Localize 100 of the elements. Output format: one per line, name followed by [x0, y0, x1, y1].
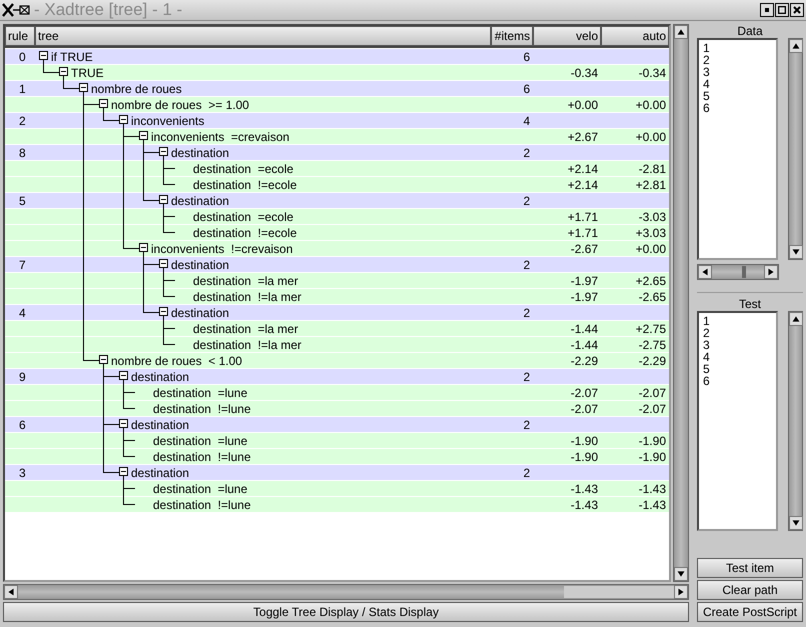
list-item[interactable]: 1 — [703, 42, 772, 54]
collapse-icon[interactable] — [59, 67, 68, 76]
item-count: 2 — [523, 306, 530, 320]
list-item[interactable]: 4 — [703, 351, 772, 363]
tree-label[interactable]: inconvenients =crevaison — [151, 129, 290, 145]
rule-number: 3 — [19, 466, 26, 480]
collapse-icon[interactable] — [159, 259, 168, 268]
auto-value: -1.90 — [638, 450, 666, 464]
tree-label[interactable]: destination !=ecole — [193, 225, 297, 241]
velo-value: -1.43 — [570, 482, 598, 496]
tree-label[interactable]: destination — [171, 257, 230, 273]
auto-value: -2.29 — [638, 354, 666, 368]
tree-label[interactable]: inconvenients !=crevaison — [151, 241, 293, 257]
item-count: 2 — [523, 194, 530, 208]
tree-label[interactable]: destination !=la mer — [193, 337, 302, 353]
tree-label[interactable]: destination =la mer — [193, 273, 298, 289]
tree-label[interactable]: destination =lune — [153, 481, 248, 497]
column-header[interactable]: tree — [35, 26, 491, 46]
velo-value: -1.44 — [570, 338, 598, 352]
action-button[interactable]: Create PostScript — [697, 602, 803, 622]
collapse-icon[interactable] — [139, 131, 148, 140]
list-item[interactable]: 6 — [703, 102, 772, 114]
list-item[interactable]: 2 — [703, 327, 772, 339]
tree-label[interactable]: destination — [171, 305, 230, 321]
velo-value: -1.90 — [570, 434, 598, 448]
tree-label[interactable]: destination !=ecole — [193, 177, 297, 193]
item-count: 2 — [523, 466, 530, 480]
action-button[interactable]: Test item — [697, 558, 803, 578]
collapse-icon[interactable] — [159, 307, 168, 316]
panel-title: Test — [738, 297, 762, 311]
tree-label[interactable]: destination !=lune — [153, 401, 251, 417]
close-button[interactable] — [790, 3, 804, 17]
tree-label[interactable]: destination !=lune — [153, 497, 251, 513]
collapse-icon[interactable] — [99, 355, 108, 364]
toggle-display-button[interactable]: Toggle Tree Display / Stats Display — [3, 602, 689, 622]
vertical-scrollbar[interactable] — [673, 24, 689, 582]
horizontal-scrollbar[interactable] — [697, 264, 779, 280]
column-header[interactable]: #items — [491, 26, 533, 46]
list-item[interactable]: 5 — [703, 90, 772, 102]
vertical-scrollbar[interactable] — [788, 38, 803, 260]
collapse-icon[interactable] — [99, 99, 108, 108]
tree-label[interactable]: destination — [131, 369, 190, 385]
vertical-scrollbar[interactable] — [788, 311, 803, 531]
tree-label[interactable]: destination =lune — [153, 385, 248, 401]
auto-value: -2.81 — [638, 162, 666, 176]
auto-value: -1.90 — [638, 434, 666, 448]
tree-label[interactable]: destination — [171, 145, 230, 161]
item-count: 2 — [523, 258, 530, 272]
list-item[interactable]: 1 — [703, 315, 772, 327]
maximize-button[interactable] — [775, 3, 789, 17]
list-item[interactable]: 4 — [703, 78, 772, 90]
collapse-icon[interactable] — [119, 115, 128, 124]
tree-label[interactable]: destination !=la mer — [193, 289, 302, 305]
list-item[interactable]: 2 — [703, 54, 772, 66]
tree-label[interactable]: destination =la mer — [193, 321, 298, 337]
velo-value: -2.07 — [570, 402, 598, 416]
tree-label[interactable]: destination =ecole — [193, 161, 294, 177]
collapse-icon[interactable] — [139, 243, 148, 252]
column-header[interactable]: velo — [533, 26, 601, 46]
app-icon — [2, 2, 32, 18]
collapse-icon[interactable] — [79, 83, 88, 92]
column-header[interactable]: auto — [601, 26, 669, 46]
collapse-icon[interactable] — [39, 51, 48, 60]
velo-value: +0.00 — [568, 98, 598, 112]
collapse-icon[interactable] — [119, 419, 128, 428]
tree-label[interactable]: TRUE — [71, 65, 104, 81]
horizontal-scrollbar[interactable] — [3, 584, 689, 600]
collapse-icon[interactable] — [159, 195, 168, 204]
minimize-button[interactable] — [760, 3, 774, 17]
list-item[interactable]: 6 — [703, 375, 772, 387]
column-header[interactable]: rule — [5, 26, 35, 46]
item-count: 6 — [523, 50, 530, 64]
action-button[interactable]: Clear path — [697, 580, 803, 600]
auto-value: +0.00 — [636, 130, 666, 144]
tree-label[interactable]: nombre de roues < 1.00 — [111, 353, 242, 369]
tree-label[interactable]: destination — [131, 417, 190, 433]
panel-title: Data — [736, 24, 764, 38]
rule-number: 5 — [19, 194, 26, 208]
collapse-icon[interactable] — [119, 467, 128, 476]
item-count: 2 — [523, 418, 530, 432]
tree-label[interactable]: destination !=lune — [153, 449, 251, 465]
list-item[interactable]: 5 — [703, 363, 772, 375]
tree-label[interactable]: destination — [131, 465, 190, 481]
tree-label[interactable]: if TRUE — [51, 49, 93, 65]
list-item[interactable]: 3 — [703, 339, 772, 351]
tree-label[interactable]: nombre de roues >= 1.00 — [111, 97, 250, 113]
auto-value: +0.00 — [636, 242, 666, 256]
rule-number: 4 — [19, 306, 26, 320]
list-item[interactable]: 3 — [703, 66, 772, 78]
collapse-icon[interactable] — [119, 371, 128, 380]
auto-value: +0.00 — [636, 98, 666, 112]
velo-value: +1.71 — [568, 210, 598, 224]
tree-label[interactable]: destination =ecole — [193, 209, 294, 225]
tree-label[interactable]: destination — [171, 193, 230, 209]
collapse-icon[interactable] — [159, 147, 168, 156]
velo-value: -1.97 — [570, 290, 598, 304]
tree-label[interactable]: nombre de roues — [91, 81, 182, 97]
auto-value: +2.75 — [636, 322, 666, 336]
tree-label[interactable]: inconvenients — [131, 113, 204, 129]
tree-label[interactable]: destination =lune — [153, 433, 248, 449]
